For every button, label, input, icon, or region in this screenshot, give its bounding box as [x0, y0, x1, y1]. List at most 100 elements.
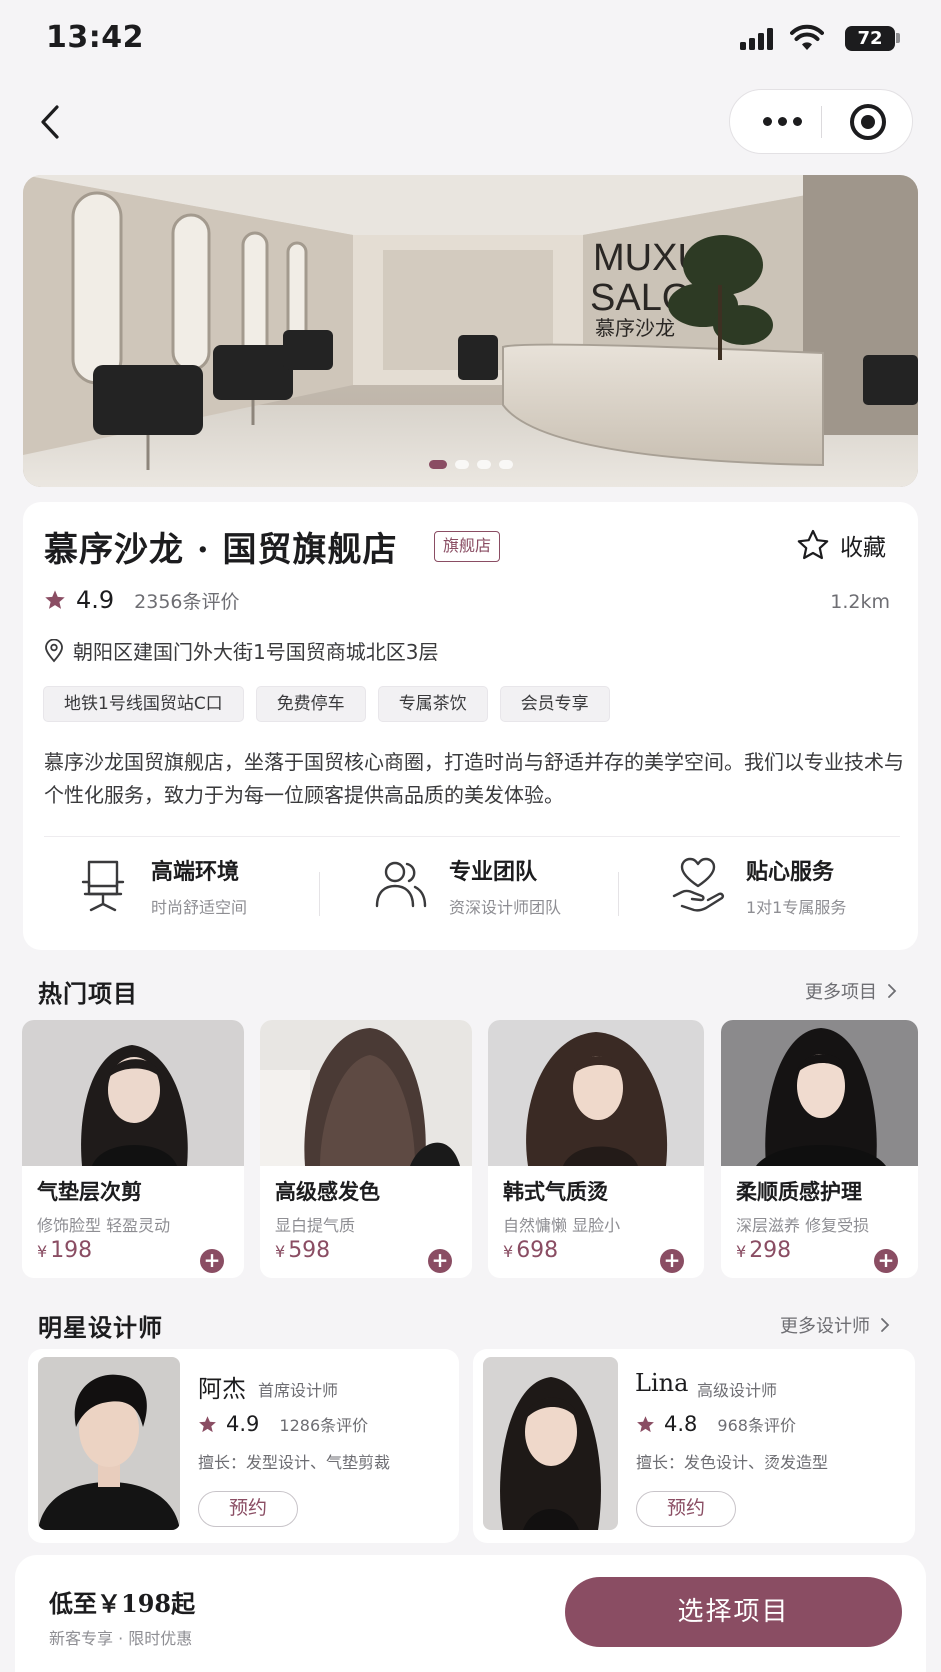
book-designer-button[interactable]: 预约: [198, 1491, 298, 1527]
bottom-action-bar: 低至￥198起 新客专享 · 限时优惠 选择项目: [15, 1555, 926, 1672]
project-price: ¥598: [275, 1238, 330, 1263]
status-time: 13:42: [46, 20, 144, 55]
store-rating-score: 4.9: [76, 586, 115, 614]
designer-avatar: [483, 1357, 618, 1530]
feature-service: 贴心服务 1对1专属服务: [670, 854, 846, 918]
store-tag: 专属茶饮: [377, 686, 488, 722]
project-desc: 修饰脸型 轻盈灵动: [37, 1216, 171, 1235]
store-tags: 地铁1号线国贸站C口 免费停车 专属茶饮 会员专享: [43, 686, 610, 722]
feature-subtitle: 1对1专属服务: [746, 898, 847, 917]
designer-role: 首席设计师: [258, 1381, 339, 1400]
designer-review-count: 1286条评价: [279, 1416, 369, 1435]
feature-subtitle: 时尚舒适空间: [151, 898, 248, 917]
store-tag: 免费停车: [255, 686, 366, 722]
feature-title: 贴心服务: [746, 859, 835, 885]
chevron-left-icon: [41, 105, 59, 139]
carousel-dot: [498, 460, 513, 469]
more-options-button[interactable]: [752, 90, 812, 153]
project-name: 柔顺质感护理: [736, 1179, 862, 1204]
star-outline-icon: [797, 529, 829, 560]
carousel-dot-active: [428, 460, 447, 469]
hero-carousel[interactable]: MUXU SALON 慕序沙龙: [23, 175, 918, 487]
price-value: 298: [749, 1238, 792, 1263]
add-icon[interactable]: +: [428, 1249, 452, 1273]
currency-symbol: ¥: [275, 1242, 286, 1261]
designer-skills: 擅长：发色设计、烫发造型: [636, 1453, 829, 1472]
project-name: 高级感发色: [275, 1179, 380, 1204]
capsule-divider: [821, 106, 822, 138]
heart-hand-icon: [672, 857, 724, 912]
project-name: 韩式气质烫: [503, 1179, 608, 1204]
designer-name: 阿杰: [198, 1375, 246, 1403]
project-photo: [22, 1020, 244, 1166]
currency-symbol: ¥: [503, 1242, 514, 1261]
price-value: 698: [516, 1238, 559, 1263]
designer-rating: 4.9 1286条评价: [198, 1412, 368, 1436]
designers-title: 明星设计师: [38, 1313, 163, 1342]
star-icon: [637, 1415, 654, 1432]
designer-rating-score: 4.8: [664, 1412, 698, 1436]
add-icon[interactable]: +: [874, 1249, 898, 1273]
select-project-button[interactable]: 选择项目: [565, 1577, 902, 1647]
store-review-count[interactable]: 2356条评价: [134, 587, 239, 614]
currency-symbol: ¥: [37, 1242, 48, 1261]
close-miniapp-button[interactable]: [850, 104, 886, 140]
project-card[interactable]: 气垫层次剪 修饰脸型 轻盈灵动 ¥198 +: [22, 1020, 244, 1278]
hot-projects-list: 气垫层次剪 修饰脸型 轻盈灵动 ¥198 + 高级感发色 显白提气质 ¥598 …: [22, 1020, 922, 1280]
store-address-text: 朝阳区建国门外大街1号国贸商城北区3层: [73, 640, 439, 664]
hot-projects-title: 热门项目: [38, 979, 138, 1008]
miniapp-capsule: [729, 89, 913, 154]
designer-avatar: [38, 1357, 180, 1530]
designer-card[interactable]: 阿杰 首席设计师 4.9 1286条评价 擅长：发型设计、气垫剪裁 预约: [28, 1349, 459, 1543]
more-designers-label: 更多设计师: [780, 1316, 870, 1337]
battery-nub: [896, 33, 900, 43]
salon-interior-photo: MUXU SALON 慕序沙龙: [23, 175, 918, 487]
price-value: 198: [50, 1238, 93, 1263]
store-info-card: 慕序沙龙 · 国贸旗舰店 旗舰店 收藏 4.9 2356条评价 1.2km 朝阳…: [23, 502, 918, 950]
book-designer-button[interactable]: 预约: [636, 1491, 736, 1527]
carousel-dot: [476, 460, 491, 469]
currency-symbol: ¥: [736, 1242, 747, 1261]
add-icon[interactable]: +: [660, 1249, 684, 1273]
feature-title: 高端环境: [151, 859, 240, 885]
location-pin-icon: [45, 638, 63, 662]
project-card[interactable]: 高级感发色 显白提气质 ¥598 +: [260, 1020, 472, 1278]
divider: [44, 836, 900, 837]
designer-name: Lina: [635, 1369, 689, 1397]
more-projects-link[interactable]: 更多项目: [805, 978, 897, 1004]
project-photo: [721, 1020, 918, 1166]
designer-skills: 擅长：发型设计、气垫剪裁: [198, 1453, 391, 1472]
designer-review-count: 968条评价: [717, 1416, 796, 1435]
feature-divider: [618, 872, 619, 916]
store-tag: 会员专享: [499, 686, 610, 722]
chevron-right-icon: [888, 984, 897, 998]
project-price: ¥698: [503, 1238, 558, 1263]
store-rating: 4.9 2356条评价: [44, 586, 240, 614]
more-designers-link[interactable]: 更多设计师: [780, 1312, 890, 1338]
wifi-icon: [790, 24, 824, 50]
add-icon[interactable]: +: [200, 1249, 224, 1273]
feature-highlights: 高端环境 时尚舒适空间 专业团队 资深设计师团队 贴心服务 1对1专属服务: [23, 854, 918, 934]
store-address[interactable]: 朝阳区建国门外大街1号国贸商城北区3层: [44, 636, 438, 665]
project-photo: [260, 1020, 472, 1166]
back-button[interactable]: [30, 97, 70, 147]
project-card[interactable]: 柔顺质感护理 深层滋养 修复受损 ¥298 +: [721, 1020, 918, 1278]
favorite-label: 收藏: [840, 535, 886, 561]
carousel-indicator: [23, 460, 918, 469]
project-desc: 显白提气质: [275, 1216, 356, 1235]
team-icon: [375, 861, 427, 908]
favorite-button[interactable]: 收藏: [796, 528, 886, 562]
price-value: 598: [288, 1238, 331, 1263]
more-projects-label: 更多项目: [805, 982, 877, 1003]
designer-card[interactable]: Lina 高级设计师 4.8 968条评价 擅长：发色设计、烫发造型 预约: [473, 1349, 915, 1543]
project-desc: 深层滋养 修复受损: [736, 1216, 870, 1235]
flagship-badge: 旗舰店: [434, 531, 501, 562]
salon-sign-chinese: 慕序沙龙: [595, 316, 675, 340]
feature-environment: 高端环境 时尚舒适空间: [75, 854, 247, 918]
project-card[interactable]: 韩式气质烫 自然慵懒 显脸小 ¥698 +: [488, 1020, 704, 1278]
project-price: ¥298: [736, 1238, 791, 1263]
feature-team: 专业团队 资深设计师团队: [373, 854, 561, 918]
status-bar: 13:42 72: [0, 0, 941, 80]
project-desc: 自然慵懒 显脸小: [503, 1216, 621, 1235]
promo-subtitle: 新客专享 · 限时优惠: [49, 1629, 193, 1648]
